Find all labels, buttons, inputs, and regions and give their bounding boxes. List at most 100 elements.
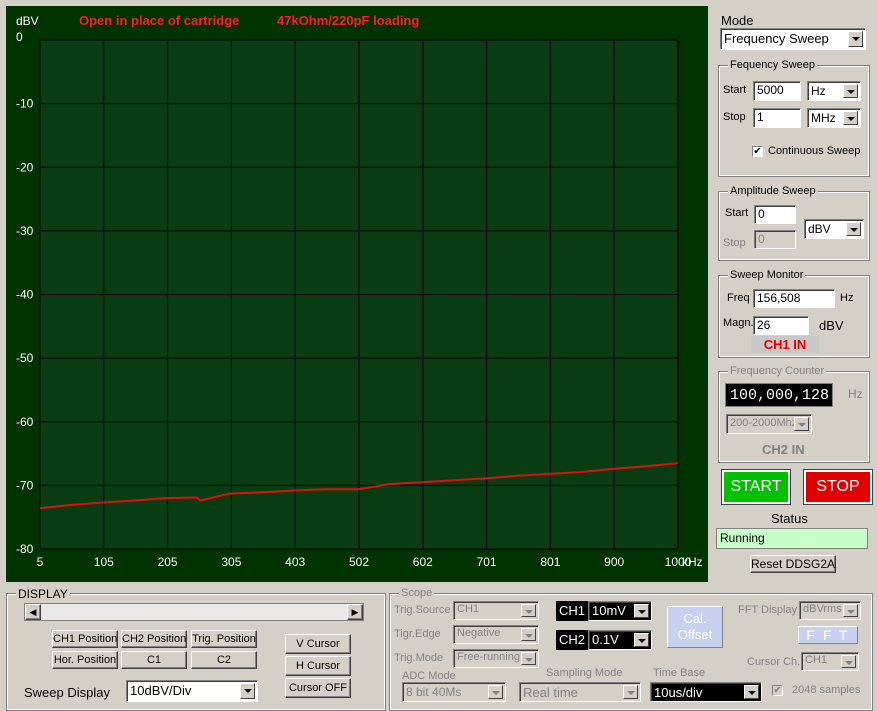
y-tick-label: 0 [16, 30, 23, 44]
horizontal-scrollbar[interactable]: ◀ ▶ [24, 603, 364, 621]
amp-stop-input[interactable]: 0 [754, 230, 796, 249]
chart-y-unit: dBV [16, 14, 39, 28]
freq-stop-unit-select[interactable]: MHz [807, 108, 861, 128]
monitor-magn-label: Magn. [723, 317, 754, 329]
chevron-down-icon[interactable] [634, 633, 649, 647]
status-field: Running [716, 528, 868, 549]
chevron-down-icon[interactable] [634, 604, 649, 618]
ch1-scale-select[interactable]: 10mV [588, 601, 652, 621]
chevron-down-icon[interactable] [843, 84, 858, 98]
trig-edge-label: Tigr.Edge [394, 628, 441, 640]
chevron-down-icon[interactable] [843, 604, 858, 617]
sampling-mode-select[interactable]: Real time [519, 682, 641, 702]
sweep-chart: 5 105 205 305 403 502 602 701 801 900 10000-10-20-… [16, 13, 703, 569]
c1-button[interactable]: C1 [121, 651, 187, 669]
y-tick-label: -50 [16, 351, 34, 365]
x-tick-label: 305 [221, 555, 241, 569]
ch2-scale-select[interactable]: 0.1V [588, 630, 652, 650]
x-tick-label: 205 [158, 555, 178, 569]
sweep-display-value: 10dBV/Div [130, 683, 192, 698]
chevron-down-icon[interactable] [794, 417, 809, 431]
y-tick-label: -40 [16, 288, 34, 302]
time-base-select[interactable]: 10us/div [650, 682, 762, 702]
freq-stop-input[interactable]: 1 [753, 108, 801, 128]
chevron-down-icon[interactable] [521, 628, 536, 641]
freq-start-input[interactable]: 5000 [753, 81, 801, 101]
frequency-counter-title: Frequency Counter [728, 365, 827, 377]
x-tick-label: 701 [477, 555, 497, 569]
chevron-down-icon[interactable] [521, 652, 536, 665]
hor-position-button[interactable]: Hor. Position [52, 651, 118, 669]
c2-button[interactable]: C2 [191, 651, 257, 669]
ch2-position-button[interactable]: CH2 Position [121, 630, 187, 648]
mode-select[interactable]: Frequency Sweep [720, 28, 866, 50]
amp-unit-select[interactable]: dBV [804, 219, 864, 239]
ch2-scale-label: CH2 [556, 630, 588, 650]
cursor-ch-value: CH1 [805, 654, 828, 666]
trig-source-value: CH1 [457, 603, 480, 615]
monitor-magn-value: 26 [753, 316, 809, 335]
chevron-down-icon[interactable] [843, 111, 858, 125]
scroll-left-icon[interactable]: ◀ [25, 604, 41, 620]
monitor-channel-indicator: CH1 IN [751, 336, 819, 353]
sweep-display-select[interactable]: 10dBV/Div [126, 680, 258, 702]
h-cursor-button[interactable]: H Cursor [285, 656, 351, 676]
chevron-down-icon[interactable] [841, 655, 856, 668]
sweep-display-label: Sweep Display [24, 685, 110, 700]
stop-button[interactable]: STOP [803, 469, 873, 505]
freq-start-label: Start [723, 84, 747, 96]
chevron-down-icon[interactable] [744, 685, 759, 699]
monitor-magn-unit: dBV [819, 318, 844, 333]
mode-label: Mode [721, 13, 754, 28]
time-base-value: 10us/div [654, 685, 703, 700]
y-tick-label: -70 [16, 478, 34, 492]
chevron-down-icon[interactable] [240, 683, 255, 699]
cursor-off-button[interactable]: Cursor OFF [285, 678, 351, 698]
fft-display-select[interactable]: dBVrms [799, 601, 861, 620]
freq-stop-label: Stop [723, 111, 746, 123]
fft-button[interactable]: F F T [798, 626, 858, 644]
display-title: DISPLAY [16, 587, 70, 601]
frequency-sweep-title: Fequency Sweep [728, 59, 817, 71]
counter-range-select[interactable]: 200-2000Mhz [726, 414, 812, 434]
sampling-mode-value: Real time [523, 685, 578, 700]
amp-stop-label: Stop [723, 237, 746, 249]
trig-position-button[interactable]: Trig. Position [191, 630, 257, 648]
y-tick-label: -10 [16, 97, 34, 111]
cursor-ch-label: Cursor Ch. [747, 656, 801, 668]
trig-source-select[interactable]: CH1 [453, 601, 539, 620]
amplitude-sweep-title: Amplitude Sweep [728, 185, 818, 197]
monitor-freq-label: Freq [727, 292, 750, 304]
continuous-sweep-checkbox[interactable]: ✔ [752, 146, 763, 157]
amp-start-input[interactable]: 0 [754, 205, 796, 224]
chevron-down-icon[interactable] [846, 222, 861, 236]
trig-mode-select[interactable]: Free-running [453, 649, 539, 668]
v-cursor-button[interactable]: V Cursor [285, 634, 351, 654]
freq-start-unit-select[interactable]: Hz [807, 81, 861, 101]
cursor-ch-select[interactable]: CH1 [801, 652, 859, 671]
ch2-scale-value: 0.1V [592, 632, 619, 647]
start-button[interactable]: START [721, 469, 791, 505]
chevron-down-icon[interactable] [623, 685, 638, 699]
chevron-down-icon[interactable] [848, 31, 863, 47]
scroll-right-icon[interactable]: ▶ [347, 604, 363, 620]
scope-title: Scope [399, 587, 435, 599]
ch1-position-button[interactable]: CH1 Position [52, 630, 118, 648]
y-tick-label: -30 [16, 224, 34, 238]
trig-edge-select[interactable]: Negative [453, 625, 539, 644]
chart-title: Open in place of cartridge [79, 13, 239, 28]
cal-offset-button[interactable]: Cal. Offset [667, 606, 723, 648]
adc-mode-label: ADC Mode [402, 670, 456, 682]
samples-checkbox[interactable]: ✔ [772, 685, 783, 696]
chevron-down-icon[interactable] [488, 685, 503, 699]
sampling-mode-label: Sampling Mode [546, 667, 623, 679]
monitor-freq-value: 156,508 [753, 289, 835, 308]
reset-button[interactable]: Reset DDSG2A [750, 555, 836, 573]
x-tick-label: 502 [349, 555, 369, 569]
x-tick-label: 900 [604, 555, 624, 569]
adc-mode-select[interactable]: 8 bit 40Ms [402, 682, 506, 702]
continuous-sweep-label: Continuous Sweep [768, 145, 861, 157]
chevron-down-icon[interactable] [521, 604, 536, 617]
trig-mode-value: Free-running [457, 651, 520, 663]
monitor-freq-unit: Hz [840, 292, 854, 304]
